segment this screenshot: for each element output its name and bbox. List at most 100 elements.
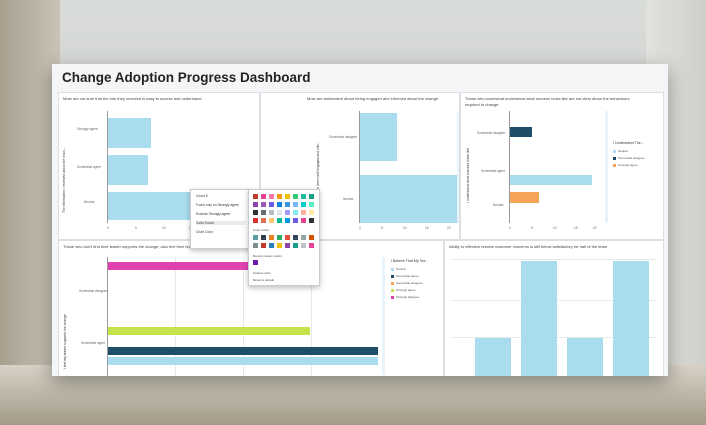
bar[interactable] [108,347,378,355]
category-label: Neutral [84,200,95,204]
x-tick: 5 [135,226,137,230]
bar[interactable] [510,127,532,137]
legend-item: Neutral [391,267,428,271]
bar[interactable] [108,155,148,185]
color-swatch[interactable] [253,194,258,199]
color-swatch[interactable] [269,243,274,248]
color-swatch[interactable] [277,235,282,240]
color-swatch[interactable] [309,218,314,223]
x-tick: 10 [403,226,407,230]
color-colors-label: Color colors [253,228,270,232]
bar[interactable] [567,338,603,376]
dashboard-screen: Change Adoption Progress Dashboard Most … [52,64,668,376]
color-swatch[interactable] [301,243,306,248]
context-menu[interactable]: Count 8 Focus only on Strongly agree Exc… [190,189,252,249]
legend-title: I Understand The... [613,141,644,145]
color-swatch[interactable] [261,218,266,223]
color-swatch[interactable] [269,218,274,223]
color-swatch[interactable] [293,210,298,215]
color-swatch[interactable] [269,202,274,207]
menu-item-count[interactable]: Count 8 [196,194,208,198]
category-label: Neutral [343,197,354,201]
color-swatch[interactable] [309,202,314,207]
menu-item-chart-color[interactable]: Chart Color [196,230,213,234]
color-swatch[interactable] [309,194,314,199]
y-axis-label: I feel my leader supports the change [63,314,67,369]
color-swatch[interactable] [285,235,290,240]
panel-title: Those who somewhat understand what succe… [465,96,630,101]
bar[interactable] [108,118,151,148]
bar[interactable] [475,338,511,376]
scrollbar[interactable] [605,111,608,223]
panel-title-line2: required to change. [465,102,500,107]
color-swatch[interactable] [261,202,266,207]
color-swatch[interactable] [253,243,258,248]
color-swatch[interactable] [301,218,306,223]
x-tick: 15 [574,226,578,230]
panel-title: Ability to effective resolve customer co… [449,244,608,249]
color-swatch[interactable] [261,235,266,240]
color-swatch[interactable] [285,202,290,207]
bar[interactable] [613,261,649,376]
x-tick: 0 [107,226,109,230]
color-swatch[interactable] [309,243,314,248]
bar[interactable] [360,175,459,223]
panel-success-understanding[interactable]: Those who somewhat understand what succe… [460,92,664,240]
color-swatch[interactable] [277,202,282,207]
panel-title: Most are ambivalent about being engaged … [307,96,439,101]
bar[interactable] [510,192,539,203]
recent-color-swatch[interactable] [253,260,258,265]
bar[interactable] [108,357,378,365]
color-swatch[interactable] [293,243,298,248]
reset-color-option[interactable]: Reset to default [253,278,274,282]
color-swatch[interactable] [301,210,306,215]
color-swatch[interactable] [293,194,298,199]
color-swatch[interactable] [269,235,274,240]
color-swatch[interactable] [269,194,274,199]
menu-item-focus[interactable]: Focus only on Strongly agree [196,203,239,207]
category-label: Somewhat disagree [477,131,506,135]
color-swatch[interactable] [261,194,266,199]
color-swatch[interactable] [261,210,266,215]
x-tick: 10 [162,226,166,230]
color-swatch[interactable] [309,235,314,240]
color-swatch[interactable] [285,243,290,248]
color-swatch[interactable] [277,218,282,223]
legend-item: Strongly agree [391,288,428,292]
color-swatch[interactable] [301,202,306,207]
color-picker[interactable]: Color colors Recent custom colors Custom… [248,189,320,286]
color-swatch[interactable] [285,218,290,223]
bar[interactable] [360,113,397,161]
color-swatch[interactable] [277,210,282,215]
color-swatch[interactable] [293,218,298,223]
color-swatch[interactable] [253,218,258,223]
color-swatch[interactable] [277,243,282,248]
color-swatch[interactable] [269,210,274,215]
color-swatch[interactable] [253,210,258,215]
menu-item-color-count[interactable]: Color Count [196,221,246,225]
x-tick: 5 [381,226,383,230]
scrollbar[interactable] [382,257,385,375]
color-swatch[interactable] [293,202,298,207]
color-swatch[interactable] [309,210,314,215]
color-swatch[interactable] [285,210,290,215]
bar[interactable] [521,261,557,376]
x-tick: 20 [593,226,597,230]
legend: I Believe That My Tea... Neutral Somewha… [391,259,428,302]
color-swatch[interactable] [277,194,282,199]
bar[interactable] [510,175,592,185]
category-label: Somewhat agree [81,341,106,345]
color-swatch[interactable] [261,243,266,248]
color-swatch[interactable] [253,202,258,207]
legend-item: Strongly agree [613,163,645,167]
color-swatch[interactable] [293,235,298,240]
color-swatch[interactable] [301,235,306,240]
bar[interactable] [108,327,310,335]
color-swatch[interactable] [285,194,290,199]
x-tick: 15 [425,226,429,230]
panel-customer-concerns[interactable]: Ability to effective resolve customer co… [444,240,664,376]
custom-color-option[interactable]: Custom color [253,271,271,275]
color-swatch[interactable] [301,194,306,199]
menu-item-exclude[interactable]: Exclude Strongly agree [196,212,230,216]
color-swatch[interactable] [253,235,258,240]
